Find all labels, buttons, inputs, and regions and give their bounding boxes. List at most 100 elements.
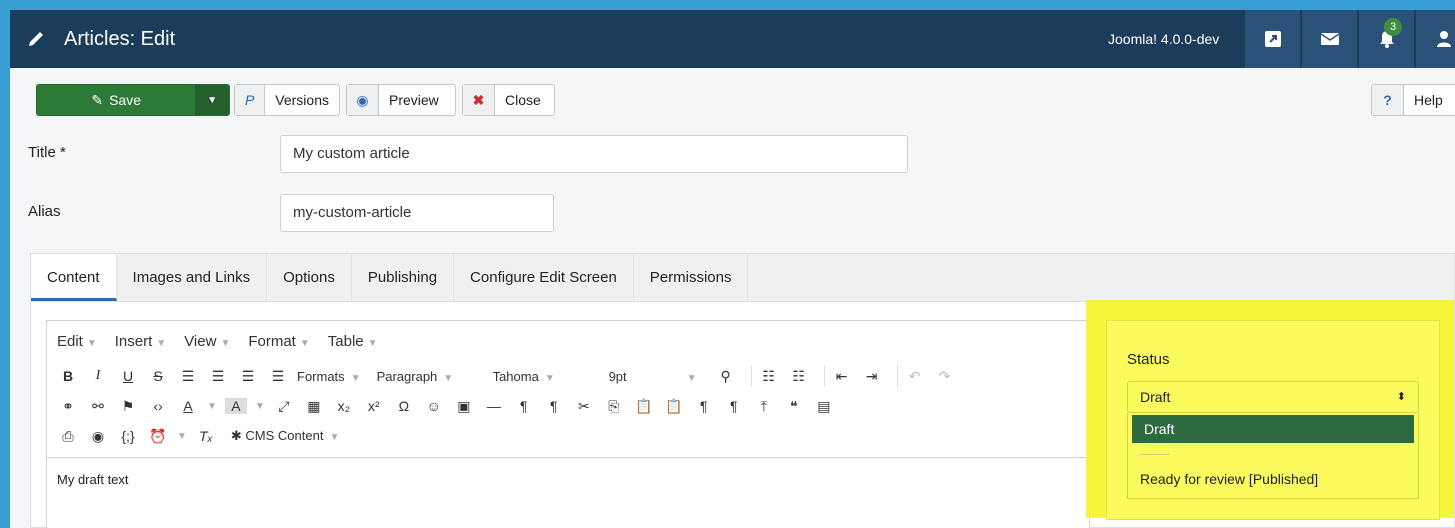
caret-down-icon[interactable]: ▼ xyxy=(207,401,217,412)
tab-content[interactable]: Content xyxy=(31,254,117,301)
status-option-draft[interactable]: Draft xyxy=(1132,415,1414,443)
preview-button[interactable]: ◉ Preview xyxy=(346,84,456,116)
status-option-divider: ---------- xyxy=(1140,449,1170,459)
save-dropdown-toggle[interactable]: ▼ xyxy=(195,85,229,115)
caret-down-icon[interactable]: ▼ xyxy=(177,431,187,442)
tab-options[interactable]: Options xyxy=(267,254,352,301)
italic-icon[interactable]: I xyxy=(87,368,109,384)
rtl-icon[interactable]: ¶ xyxy=(543,398,565,414)
toolbar: ✎ Save ▼ P Versions ◉ Preview ✖ Close ? … xyxy=(10,68,1455,130)
page-title: Articles: Edit xyxy=(64,27,176,50)
background-color-icon[interactable]: A xyxy=(224,398,247,414)
caret-down-icon: ▼ xyxy=(207,94,218,106)
preview-eye-icon[interactable]: ◉ xyxy=(87,428,109,445)
tab-images-and-links[interactable]: Images and Links xyxy=(117,254,268,301)
messages-button[interactable] xyxy=(1301,10,1357,68)
external-link-button[interactable] xyxy=(1244,10,1300,68)
versions-icon: P xyxy=(235,85,266,115)
align-justify-icon[interactable]: ☰ xyxy=(267,368,289,385)
alias-input[interactable]: my-custom-article xyxy=(280,194,554,232)
tab-permissions[interactable]: Permissions xyxy=(634,254,749,301)
menu-insert[interactable]: Insert ▼ xyxy=(115,333,166,350)
close-label: Close xyxy=(505,92,541,108)
paste-icon[interactable]: 📋 xyxy=(633,398,655,415)
eye-icon: ◉ xyxy=(347,85,379,115)
align-center-icon[interactable]: ☰ xyxy=(207,368,229,385)
menu-edit[interactable]: Edit ▼ xyxy=(57,333,97,350)
select-arrows-icon: ⬍ xyxy=(1396,391,1406,403)
help-label: Help xyxy=(1414,92,1443,108)
insert-file-icon[interactable]: ⤒ xyxy=(753,398,775,415)
menu-view[interactable]: View ▼ xyxy=(184,333,230,350)
clear-formatting-icon[interactable]: Tₓ xyxy=(195,428,217,444)
user-menu-button[interactable] xyxy=(1415,10,1455,68)
menu-format[interactable]: Format ▼ xyxy=(248,333,309,350)
cut-icon[interactable]: ✂ xyxy=(573,398,595,415)
edit-square-icon: ✎ xyxy=(91,91,104,108)
alarm-clock-icon[interactable]: ⏰ xyxy=(147,428,169,445)
visual-chars-icon[interactable]: ¶ xyxy=(693,398,715,414)
indent-icon[interactable]: ⇥ xyxy=(861,368,883,385)
align-right-icon[interactable]: ☰ xyxy=(237,368,259,385)
save-button-group: ✎ Save ▼ xyxy=(36,84,230,116)
tab-publishing[interactable]: Publishing xyxy=(352,254,455,301)
font-size-select[interactable]: 9pt ▼ xyxy=(609,369,699,384)
notifications-button[interactable]: 3 xyxy=(1358,10,1414,68)
subscript-icon[interactable]: x₂ xyxy=(333,398,355,414)
fullscreen-icon[interactable]: ⤢ xyxy=(273,398,295,415)
link-icon[interactable]: ⚭ xyxy=(57,398,79,415)
bold-icon[interactable]: B xyxy=(57,368,79,384)
anchor-icon[interactable]: ⚑ xyxy=(117,398,139,415)
find-replace-icon[interactable]: ⚲ xyxy=(715,368,737,385)
special-char-icon[interactable]: Ω xyxy=(393,398,415,414)
blockquote-icon[interactable]: ❝ xyxy=(783,398,805,415)
visual-blocks-icon[interactable]: ¶ xyxy=(723,398,745,414)
caret-down-icon[interactable]: ▼ xyxy=(255,401,265,412)
editor-toolbar-row-1: B I U S ☰ ☰ ☰ ☰ Formats ▼ Paragraph ▼ Taho… xyxy=(47,361,1089,391)
close-button[interactable]: ✖ Close xyxy=(462,84,555,116)
font-family-select[interactable]: Tahoma ▼ xyxy=(493,369,593,384)
outdent-icon[interactable]: ⇤ xyxy=(831,368,853,385)
numbered-list-icon[interactable]: ☷ xyxy=(788,368,810,385)
code-icon[interactable]: ‹› xyxy=(147,398,169,414)
editor-menubar: Edit ▼ Insert ▼ View ▼ Format ▼ Table ▼ xyxy=(47,321,1089,361)
text-color-icon[interactable]: A xyxy=(177,398,199,414)
versions-button[interactable]: P Versions xyxy=(234,84,340,116)
status-select[interactable]: Draft ⬍ xyxy=(1127,381,1419,413)
code-sample-icon[interactable]: {;} xyxy=(117,428,139,444)
version-link[interactable]: Joomla! 4.0.0-dev xyxy=(1108,10,1219,68)
paste-text-icon[interactable]: 📋 xyxy=(663,398,685,415)
title-input[interactable]: My custom article xyxy=(280,135,908,173)
top-header: Articles: Edit Joomla! 4.0.0-dev 3 xyxy=(10,10,1455,68)
strikethrough-icon[interactable]: S xyxy=(147,368,169,384)
horizontal-rule-icon[interactable]: — xyxy=(483,398,505,414)
template-icon[interactable]: ▤ xyxy=(813,398,835,415)
formats-select[interactable]: Formats ▼ xyxy=(297,369,361,384)
cms-content-menu[interactable]: ✱ CMS Content ▼ xyxy=(231,428,339,444)
editor-content-area[interactable]: My draft text xyxy=(47,457,1089,528)
pencil-icon xyxy=(29,32,43,46)
redo-icon[interactable]: ↷ xyxy=(934,368,956,385)
help-button[interactable]: ? Help xyxy=(1371,84,1455,116)
editor-toolbar-row-2: ⚭ ⚯ ⚑ ‹› A ▼ A ▼ ⤢ ▦ x₂ x² Ω ☺ ▣ — ¶ ¶ ✂… xyxy=(47,391,1089,421)
block-format-select[interactable]: Paragraph ▼ xyxy=(377,369,477,384)
title-label: Title * xyxy=(28,144,66,161)
align-left-icon[interactable]: ☰ xyxy=(177,368,199,385)
notification-badge: 3 xyxy=(1384,18,1402,36)
print-icon[interactable]: ⎙ xyxy=(57,428,79,445)
menu-table[interactable]: Table ▼ xyxy=(328,333,378,350)
tab-configure-edit-screen[interactable]: Configure Edit Screen xyxy=(454,254,634,301)
question-icon: ? xyxy=(1372,85,1404,115)
save-button[interactable]: ✎ Save xyxy=(37,85,195,115)
underline-icon[interactable]: U xyxy=(117,368,139,384)
undo-icon[interactable]: ↶ xyxy=(904,368,926,385)
media-icon[interactable]: ▣ xyxy=(453,398,475,415)
superscript-icon[interactable]: x² xyxy=(363,398,385,414)
copy-icon[interactable]: ⎘ xyxy=(603,398,625,415)
bullet-list-icon[interactable]: ☷ xyxy=(758,368,780,385)
unlink-icon[interactable]: ⚯ xyxy=(87,398,109,415)
emoticon-icon[interactable]: ☺ xyxy=(423,398,445,414)
status-option-ready-for-review[interactable]: Ready for review [Published] xyxy=(1128,465,1418,493)
table-icon[interactable]: ▦ xyxy=(303,398,325,415)
ltr-icon[interactable]: ¶ xyxy=(513,398,535,414)
